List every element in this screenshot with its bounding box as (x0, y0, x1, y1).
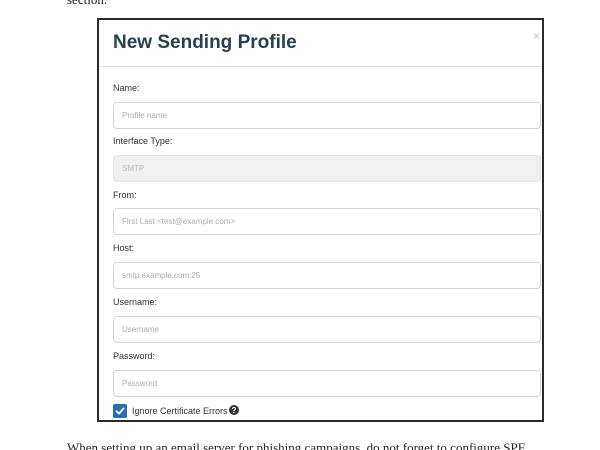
interface-type-label: Interface Type: (113, 136, 173, 146)
checkmark-icon (115, 407, 125, 415)
book-text-top: section. (67, 0, 107, 8)
name-label: Name: (113, 83, 140, 93)
book-text-bottom: When setting up an email server for phis… (67, 440, 525, 450)
new-sending-profile-modal: New Sending Profile × Name: Interface Ty… (97, 18, 544, 422)
svg-text:?: ? (232, 406, 237, 415)
question-circle-icon[interactable]: ? (229, 405, 239, 415)
interface-type-field (113, 155, 541, 182)
host-label: Host: (113, 243, 135, 253)
host-input[interactable] (113, 262, 541, 289)
from-input[interactable] (113, 208, 541, 235)
password-label: Password: (113, 351, 156, 361)
profile-name-input[interactable] (113, 102, 541, 129)
ignore-cert-errors-label: Ignore Certificate Errors (132, 406, 228, 416)
from-label: From: (113, 190, 137, 200)
modal-title: New Sending Profile (113, 32, 297, 53)
ignore-cert-errors-checkbox[interactable] (113, 404, 127, 418)
username-label: Username: (113, 297, 158, 307)
password-input[interactable] (113, 370, 541, 397)
username-input[interactable] (113, 316, 541, 343)
modal-header: New Sending Profile × (99, 20, 542, 67)
close-icon[interactable]: × (533, 29, 540, 43)
